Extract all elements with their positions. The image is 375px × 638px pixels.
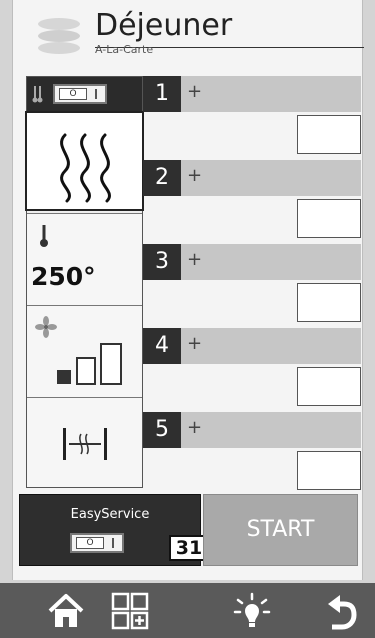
slot-number: 5 bbox=[143, 412, 181, 448]
steam-mode-tile[interactable] bbox=[25, 111, 144, 211]
add-icon[interactable]: + bbox=[187, 416, 202, 440]
stacked-plates-icon bbox=[38, 18, 80, 54]
heating-element-icon bbox=[63, 428, 107, 460]
heating-toggle-row[interactable]: O bbox=[27, 77, 142, 111]
add-icon[interactable]: + bbox=[187, 332, 202, 356]
heating-element-tile[interactable] bbox=[27, 397, 142, 487]
slot-number: 4 bbox=[143, 328, 181, 364]
slot-1[interactable]: 1 + bbox=[143, 76, 361, 160]
easy-service-toggle[interactable]: O bbox=[70, 533, 124, 553]
light-icon[interactable] bbox=[232, 591, 272, 631]
back-icon[interactable] bbox=[320, 591, 360, 631]
toggle-bar bbox=[112, 538, 114, 548]
page-subtitle: A-La-Carte bbox=[95, 43, 154, 56]
add-icon[interactable]: + bbox=[187, 80, 202, 104]
home-icon[interactable] bbox=[46, 591, 86, 631]
easy-service-button[interactable]: EasyService O 31 bbox=[19, 494, 209, 566]
slot-number: 1 bbox=[143, 76, 181, 112]
start-button[interactable]: START bbox=[203, 494, 358, 566]
header: Déjeuner A-La-Carte bbox=[13, 0, 364, 64]
slot-number: 3 bbox=[143, 244, 181, 280]
toggle-bar bbox=[95, 89, 97, 99]
main-panel: Déjeuner A-La-Carte O 250° 1 + 2 + 3 + 4… bbox=[12, 0, 364, 580]
toggle-state-label: O bbox=[76, 537, 104, 549]
page-title: Déjeuner bbox=[95, 8, 233, 43]
slot-4[interactable]: 4 + bbox=[143, 328, 361, 412]
thermometer-small-icon bbox=[32, 86, 43, 103]
grid-plus-icon[interactable] bbox=[110, 591, 150, 631]
slot-value-box[interactable] bbox=[297, 367, 361, 406]
slot-value-box[interactable] bbox=[297, 115, 361, 154]
heating-toggle[interactable]: O bbox=[53, 84, 107, 104]
slot-value-box[interactable] bbox=[297, 451, 361, 490]
fan-level-bars-icon bbox=[57, 343, 122, 385]
thermometer-icon bbox=[40, 225, 48, 247]
slot-value-box[interactable] bbox=[297, 283, 361, 322]
add-icon[interactable]: + bbox=[187, 248, 202, 272]
temperature-tile[interactable]: 250° bbox=[27, 213, 142, 305]
fan-speed-tile[interactable] bbox=[27, 305, 142, 397]
bottom-nav bbox=[0, 583, 375, 638]
slot-5[interactable]: 5 + bbox=[143, 412, 361, 496]
slot-value-box[interactable] bbox=[297, 199, 361, 238]
slot-number: 2 bbox=[143, 160, 181, 196]
slot-2[interactable]: 2 + bbox=[143, 160, 361, 244]
slot-3[interactable]: 3 + bbox=[143, 244, 361, 328]
temperature-value: 250° bbox=[31, 262, 96, 291]
fan-icon bbox=[35, 316, 57, 338]
add-icon[interactable]: + bbox=[187, 164, 202, 188]
cooking-mode-column: O 250° bbox=[25, 76, 144, 488]
steam-icon bbox=[60, 133, 111, 203]
easy-service-label: EasyService bbox=[70, 507, 150, 522]
toggle-state-label: O bbox=[59, 88, 87, 100]
